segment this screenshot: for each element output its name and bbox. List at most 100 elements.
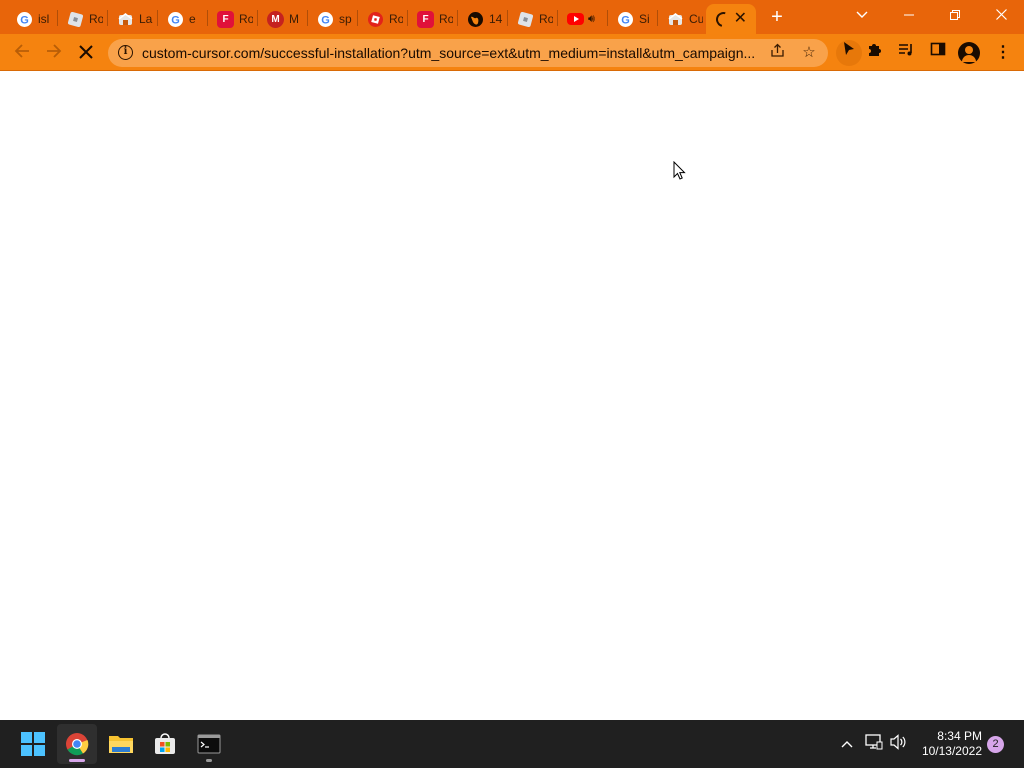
restore-button[interactable]: [933, 2, 977, 30]
tab-6[interactable]: M M: [257, 4, 307, 34]
mouse-cursor-icon: [673, 161, 686, 180]
running-app-indicator: [206, 759, 212, 762]
google-icon: G: [16, 11, 33, 28]
tab-5[interactable]: F Ro: [207, 4, 257, 34]
taskbar-file-explorer[interactable]: [101, 724, 141, 764]
side-panel-icon[interactable]: [925, 40, 951, 66]
tab-title: La: [139, 12, 153, 26]
system-clock[interactable]: 8:34 PM 10/13/2022: [918, 729, 982, 759]
tab-title: sp: [339, 12, 352, 26]
tab-search-button[interactable]: [840, 2, 884, 30]
tab-title: e: [189, 12, 196, 26]
tab-12[interactable]: 🔊︎: [557, 4, 607, 34]
active-app-indicator: [69, 759, 85, 762]
new-tab-button[interactable]: +: [765, 6, 789, 28]
custom-cursor-extension-icon[interactable]: [836, 40, 862, 66]
minimize-icon: [904, 14, 914, 16]
chevron-down-icon: [856, 11, 868, 18]
tab-14[interactable]: Cu: [657, 4, 707, 34]
folder-icon: [109, 736, 133, 753]
tab-7[interactable]: G sp: [307, 4, 357, 34]
clock-time: 8:34 PM: [937, 729, 982, 743]
close-tab-icon[interactable]: ✕: [734, 10, 747, 28]
volume-icon[interactable]: [888, 734, 910, 756]
taskbar-chrome[interactable]: [57, 724, 97, 764]
speaker-icon[interactable]: 🔊︎: [588, 13, 595, 26]
tab-strip: G isl Ro La G e F Ro M M G sp Ro F Ro 14…: [0, 0, 1024, 34]
google-icon: G: [167, 11, 184, 28]
clock-date: 10/13/2022: [921, 744, 982, 758]
svg-text:G: G: [621, 14, 630, 26]
info-icon[interactable]: i: [118, 45, 133, 60]
puzzle-extensions-icon[interactable]: [861, 40, 887, 66]
roblox-icon: [67, 11, 84, 28]
terminal-icon: [197, 734, 221, 754]
windows-taskbar: 8:34 PM 10/13/2022 2: [0, 720, 1024, 768]
store-icon: [155, 733, 175, 754]
chevron-up-icon: [841, 741, 853, 748]
restore-icon: [950, 10, 960, 20]
tab-title: Ro: [539, 12, 553, 26]
svg-text:G: G: [321, 14, 330, 26]
tab-title: Si: [639, 12, 650, 26]
extension-page-icon: [667, 11, 684, 28]
taskbar-terminal[interactable]: [189, 724, 229, 764]
minimize-button[interactable]: [887, 2, 931, 30]
tab-title: Ro: [239, 12, 253, 26]
stop-loading-button[interactable]: [72, 39, 100, 67]
loading-spinner-icon: [713, 8, 734, 30]
close-icon: [79, 45, 93, 59]
tab-title: 14: [489, 12, 503, 26]
fandom-icon: F: [217, 10, 234, 28]
page-content: [0, 72, 1024, 720]
address-bar[interactable]: i custom-cursor.com/successful-installat…: [108, 39, 828, 67]
tab-9[interactable]: F Ro: [407, 4, 457, 34]
windows-logo-icon: [21, 732, 45, 756]
start-button[interactable]: [13, 724, 53, 764]
arrow-left-icon: [14, 44, 29, 58]
bookmark-star-icon[interactable]: ☆: [798, 43, 820, 63]
tab-8[interactable]: Ro: [357, 4, 407, 34]
forward-button[interactable]: [40, 39, 68, 67]
fandom-icon: F: [417, 10, 434, 28]
tab-title: Ro: [439, 12, 453, 26]
tab-13[interactable]: G Si: [607, 4, 657, 34]
tab-3[interactable]: La: [107, 4, 157, 34]
taskbar-microsoft-store[interactable]: [145, 724, 185, 764]
notification-badge[interactable]: 2: [987, 736, 1004, 753]
menu-kebab-icon[interactable]: ⋮: [990, 40, 1016, 66]
tab-title: Ro: [389, 12, 403, 26]
profile-avatar-icon[interactable]: [958, 42, 980, 64]
tab-title: Ro: [89, 12, 103, 26]
close-icon: [995, 9, 1007, 20]
tab-4[interactable]: G e: [157, 4, 207, 34]
share-icon[interactable]: [766, 43, 788, 63]
close-window-button[interactable]: [979, 2, 1023, 30]
roblox-icon: [517, 11, 534, 28]
chrome-icon: [66, 733, 89, 756]
gmail-icon: M: [267, 10, 284, 28]
back-button[interactable]: [8, 39, 36, 67]
tab-10[interactable]: 14: [457, 4, 507, 34]
svg-text:G: G: [171, 14, 180, 26]
arrow-right-icon: [47, 44, 62, 58]
network-icon[interactable]: [863, 734, 885, 756]
tab-11[interactable]: Ro: [507, 4, 557, 34]
tab-active[interactable]: ✕: [706, 4, 756, 34]
roblox-red-icon: [367, 11, 384, 28]
url-text[interactable]: custom-cursor.com/successful-installatio…: [142, 45, 755, 61]
browser-toolbar: i custom-cursor.com/successful-installat…: [0, 34, 1024, 71]
tab-title: isl: [38, 12, 50, 26]
globe-icon: [467, 11, 484, 28]
svg-text:G: G: [20, 14, 29, 26]
media-control-icon[interactable]: [893, 40, 919, 66]
extension-page-icon: [117, 11, 134, 28]
show-hidden-icons-button[interactable]: [836, 734, 858, 754]
tab-title: Cu: [689, 12, 703, 26]
tab-1[interactable]: G isl: [6, 4, 56, 34]
tab-title: M: [289, 12, 299, 26]
google-icon: G: [617, 11, 634, 28]
youtube-icon: [567, 13, 584, 25]
tab-2[interactable]: Ro: [57, 4, 107, 34]
google-icon: G: [317, 11, 334, 28]
